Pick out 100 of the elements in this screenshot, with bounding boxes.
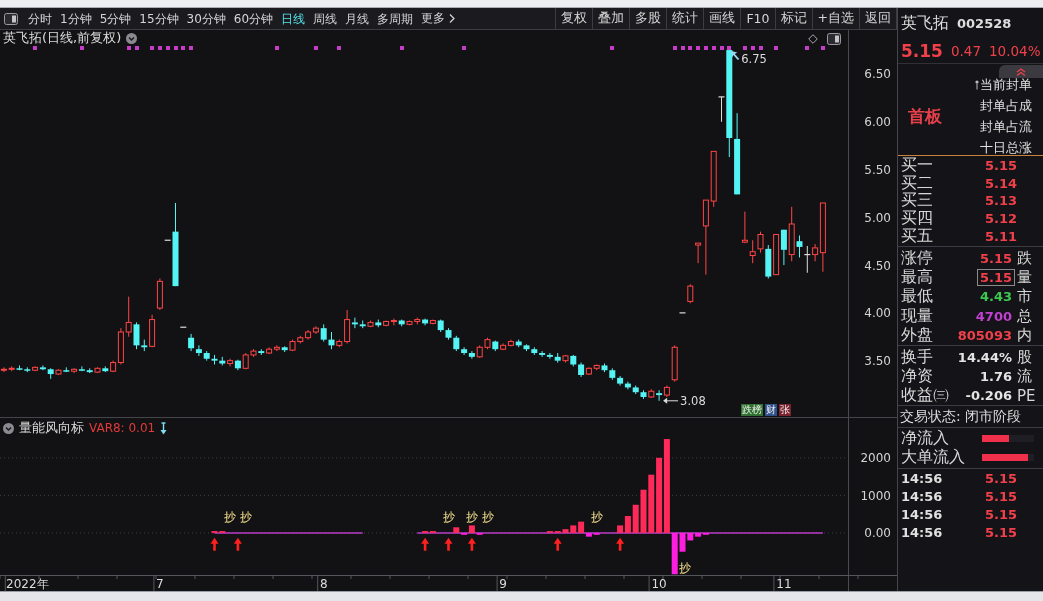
signal-label: 抄 [465,510,478,525]
axis-label: 8 [319,577,328,591]
signal-label: 抄 [442,510,455,525]
axis-label: 5.50 [864,163,891,178]
period-tab[interactable]: 60分钟 [233,8,274,29]
bid-price: 5.15 [985,158,1018,174]
axis-label: 4.00 [864,306,891,321]
axis-label: 6.00 [864,115,891,130]
bid-price: 5.11 [985,228,1018,244]
bid-label: 买四 [901,208,934,228]
bid-price: 5.12 [985,211,1018,227]
more-menu[interactable]: 更多 [421,10,456,27]
trade-time: 14:56 [901,506,944,522]
trade-price: 5.15 [985,524,1018,540]
stat-label: 收益㈢ [901,385,949,407]
toolbar-button[interactable]: 画线 [704,8,742,29]
candlestick [179,326,187,328]
period-tab[interactable]: 日线 [281,8,306,29]
axis-label: 7 [156,577,164,591]
toolbar-button[interactable]: 复权 [556,8,594,29]
stat-label: 流 [1017,367,1033,387]
flow-label: 大单流入 [901,447,966,469]
trade-time: 14:56 [901,470,944,486]
stat-value: 5.15 [979,270,1012,286]
candlestick [687,283,694,304]
stat-value: -0.206 [965,388,1012,404]
candlestick [156,277,163,311]
arrow-up-icon [467,537,476,551]
trade-time: 14:56 [901,524,944,540]
trade-price: 5.15 [985,506,1018,522]
price-change: 0.47 [950,42,981,59]
trade-price: 5.15 [985,470,1018,486]
stat-label: 涨停 [901,247,933,268]
stat-label: 最高 [901,267,933,288]
toolbar-button[interactable]: 标记 [775,8,813,29]
period-tab[interactable]: 分时 [28,8,52,29]
chevron-down-icon[interactable] [126,32,138,44]
period-tab[interactable]: 5分钟 [99,8,132,29]
info-tag[interactable]: 张 [779,404,791,416]
info-tag[interactable]: 财 [765,404,777,416]
candlestick [671,344,678,383]
candlestick [678,312,687,314]
period-tab[interactable]: 多周期 [377,8,414,29]
axis-label: 2022年 [6,577,49,591]
info-tag[interactable]: 跌榜 [741,404,763,416]
panel-toggle-icon[interactable] [827,33,841,45]
signal-label: 抄 [239,510,252,525]
stat-label: PE [1017,386,1037,405]
toolbar-button[interactable]: +自选 [812,8,860,29]
signal-label: 抄 [678,561,691,576]
bid-label: 买二 [901,172,934,192]
arrow-up-icon [233,537,242,551]
stat-label: 股 [1017,347,1033,367]
chevron-down-icon[interactable] [3,422,14,434]
period-tab[interactable]: 1分钟 [60,8,92,29]
stat-label: 量 [1017,268,1033,288]
axis-label: 3.50 [864,354,891,369]
signal-label: 抄 [481,510,494,525]
order-info-label: 十日总涨 [980,139,1032,157]
toolbar-button[interactable]: 返回 [860,8,897,29]
period-tab[interactable]: 周线 [313,8,338,29]
stat-value: 14.44% [957,349,1012,365]
toolbar-button[interactable]: F10 [741,8,776,29]
axis-label: 6.50 [864,67,891,82]
order-info-label: 封单占成 [980,97,1032,115]
panel-toggle-icon[interactable] [4,12,18,25]
diamond-icon[interactable] [808,34,818,44]
last-price: 5.15 [901,40,943,61]
signal-label: 抄 [590,510,603,525]
bid-label: 买一 [901,155,934,175]
stat-label: 净资 [901,366,933,387]
axis-label: 0.00 [864,526,891,541]
toolbar-button[interactable]: 统计 [667,8,705,29]
stat-label: 跌 [1017,248,1033,268]
indicator-title: 量能风向标 [19,421,84,435]
arrow-up-icon [421,537,430,551]
collapse-button[interactable] [999,65,1043,78]
period-tab[interactable]: 30分钟 [186,8,226,29]
period-tab[interactable]: 15分钟 [139,8,179,29]
stock-code: 002528 [957,15,1012,31]
percent-change: 10.04% [989,42,1041,59]
trade-time: 14:56 [901,488,944,504]
order-info-label: 当前封单 [980,76,1032,94]
trading-status: 交易状态: 闭市阶段 [898,406,1043,429]
toolbar-button[interactable]: 多股 [630,8,668,29]
bid-price: 5.14 [985,175,1018,191]
stat-label: 最低 [901,286,933,308]
flow-label: 净流入 [901,428,950,448]
bid-label: 买三 [901,190,934,210]
axis-label: 2000 [860,451,891,466]
axis-label: 4.50 [864,258,891,273]
toolbar-button[interactable]: 叠加 [593,8,631,29]
board-label: 首板 [907,105,943,128]
stat-value: 5.15 [979,250,1012,266]
order-info-label: 封单占流 [980,118,1032,136]
bid-price: 5.13 [985,193,1018,209]
arrow-icon [663,397,679,404]
trade-price: 5.15 [985,488,1018,504]
stat-value: 1.76 [979,369,1012,385]
period-tab[interactable]: 月线 [345,8,370,29]
